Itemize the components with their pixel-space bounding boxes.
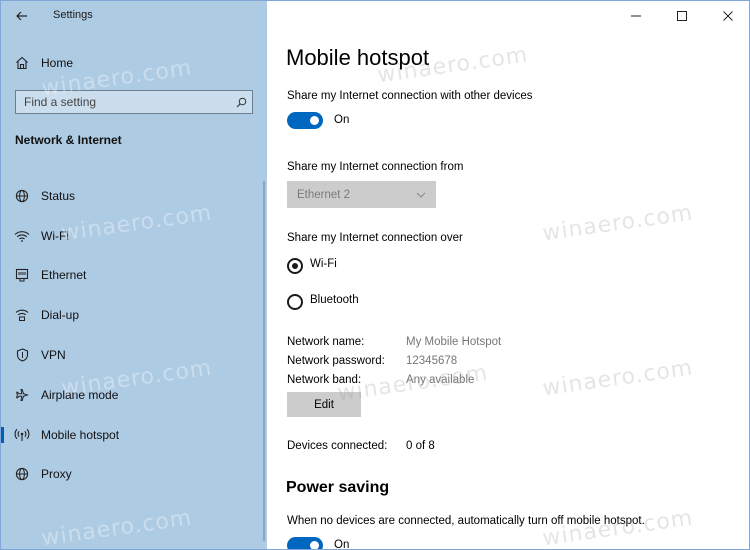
- search-icon[interactable]: [230, 97, 252, 108]
- share-from-value: Ethernet 2: [297, 188, 351, 201]
- share-from-dropdown[interactable]: Ethernet 2: [287, 181, 436, 208]
- watermark: winaero.com: [540, 200, 695, 247]
- sidebar-item-label: VPN: [41, 348, 66, 363]
- search-box[interactable]: [15, 90, 253, 114]
- network-band-value: Any available: [406, 374, 475, 386]
- network-name-value: My Mobile Hotspot: [406, 336, 502, 348]
- power-saving-title: Power saving: [286, 479, 390, 496]
- sidebar-nav: Status Wi-Fi Ethernet Dial-up VPN Airpla…: [1, 176, 267, 494]
- power-saving-description: When no devices are connected, automatic…: [287, 515, 645, 527]
- close-button[interactable]: [705, 1, 749, 31]
- close-icon: [723, 11, 733, 21]
- back-arrow-icon: [16, 11, 27, 21]
- ethernet-icon: [1, 268, 41, 282]
- sidebar-item-mobile-hotspot[interactable]: Mobile hotspot: [1, 415, 267, 455]
- share-toggle[interactable]: [287, 112, 323, 129]
- sidebar: Settings Home Network & Internet Status: [1, 1, 267, 550]
- sidebar-item-wifi[interactable]: Wi-Fi: [1, 216, 267, 256]
- vpn-shield-icon: [1, 348, 41, 362]
- watermark: winaero.com: [540, 355, 695, 402]
- sidebar-item-ethernet[interactable]: Ethernet: [1, 256, 267, 296]
- sidebar-item-status[interactable]: Status: [1, 176, 267, 216]
- radio-wifi-label: Wi-Fi: [310, 258, 337, 270]
- page-title: Mobile hotspot: [286, 45, 430, 70]
- window-controls: [613, 1, 749, 31]
- devices-connected-value: 0 of 8: [406, 440, 435, 452]
- sidebar-item-label: Proxy: [41, 467, 72, 482]
- share-from-description: Share my Internet connection from: [287, 161, 464, 173]
- network-password-value: 12345678: [406, 355, 458, 367]
- devices-connected-label: Devices connected:: [287, 440, 388, 452]
- sidebar-item-label: Mobile hotspot: [41, 427, 120, 442]
- network-band-label: Network band:: [287, 374, 362, 386]
- toggle-knob: [310, 116, 319, 125]
- sidebar-scrollbar[interactable]: [263, 181, 265, 541]
- sidebar-item-label: Wi-Fi: [41, 228, 69, 243]
- share-description: Share my Internet connection with other …: [287, 90, 533, 102]
- watermark: winaero.com: [540, 505, 695, 550]
- sidebar-item-label: Dial-up: [41, 308, 80, 323]
- network-password-label: Network password:: [287, 355, 385, 367]
- sidebar-item-home[interactable]: Home: [1, 51, 267, 75]
- search-input[interactable]: [16, 91, 230, 113]
- settings-window: Settings Home Network & Internet Status: [0, 0, 750, 550]
- power-saving-toggle-state: On: [334, 539, 350, 550]
- sidebar-item-dialup[interactable]: Dial-up: [1, 295, 267, 335]
- radio-bluetooth[interactable]: [287, 294, 303, 310]
- radio-wifi[interactable]: [287, 258, 303, 274]
- sidebar-item-proxy[interactable]: Proxy: [1, 455, 267, 495]
- watermark: winaero.com: [39, 505, 194, 550]
- globe-icon: [1, 189, 41, 203]
- maximize-button[interactable]: [659, 1, 705, 31]
- power-saving-toggle[interactable]: [287, 537, 323, 549]
- sidebar-item-vpn[interactable]: VPN: [1, 335, 267, 375]
- main-content: Mobile hotspot Share my Internet connect…: [267, 1, 749, 550]
- back-button[interactable]: [9, 5, 35, 27]
- dialup-icon: [1, 308, 41, 322]
- radio-bluetooth-label: Bluetooth: [310, 294, 359, 306]
- globe-icon: [1, 467, 41, 481]
- home-icon: [1, 56, 41, 70]
- hotspot-icon: [1, 428, 41, 442]
- app-title: Settings: [53, 9, 93, 21]
- maximize-icon: [677, 11, 687, 21]
- sidebar-item-label: Home: [41, 56, 74, 70]
- network-name-label: Network name:: [287, 336, 365, 348]
- minimize-icon: [631, 15, 641, 17]
- sidebar-item-airplane-mode[interactable]: Airplane mode: [1, 375, 267, 415]
- airplane-icon: [1, 388, 41, 402]
- minimize-button[interactable]: [613, 1, 659, 31]
- sidebar-item-label: Ethernet: [41, 268, 87, 283]
- edit-button[interactable]: Edit: [287, 392, 361, 417]
- toggle-knob: [310, 541, 319, 549]
- wifi-icon: [1, 230, 41, 242]
- sidebar-item-label: Airplane mode: [41, 387, 119, 402]
- section-heading: Network & Internet: [15, 133, 122, 147]
- chevron-down-icon: [416, 192, 426, 198]
- title-bar: Settings: [1, 1, 267, 31]
- share-toggle-state: On: [334, 114, 350, 126]
- share-over-description: Share my Internet connection over: [287, 232, 463, 244]
- sidebar-item-label: Status: [41, 188, 76, 203]
